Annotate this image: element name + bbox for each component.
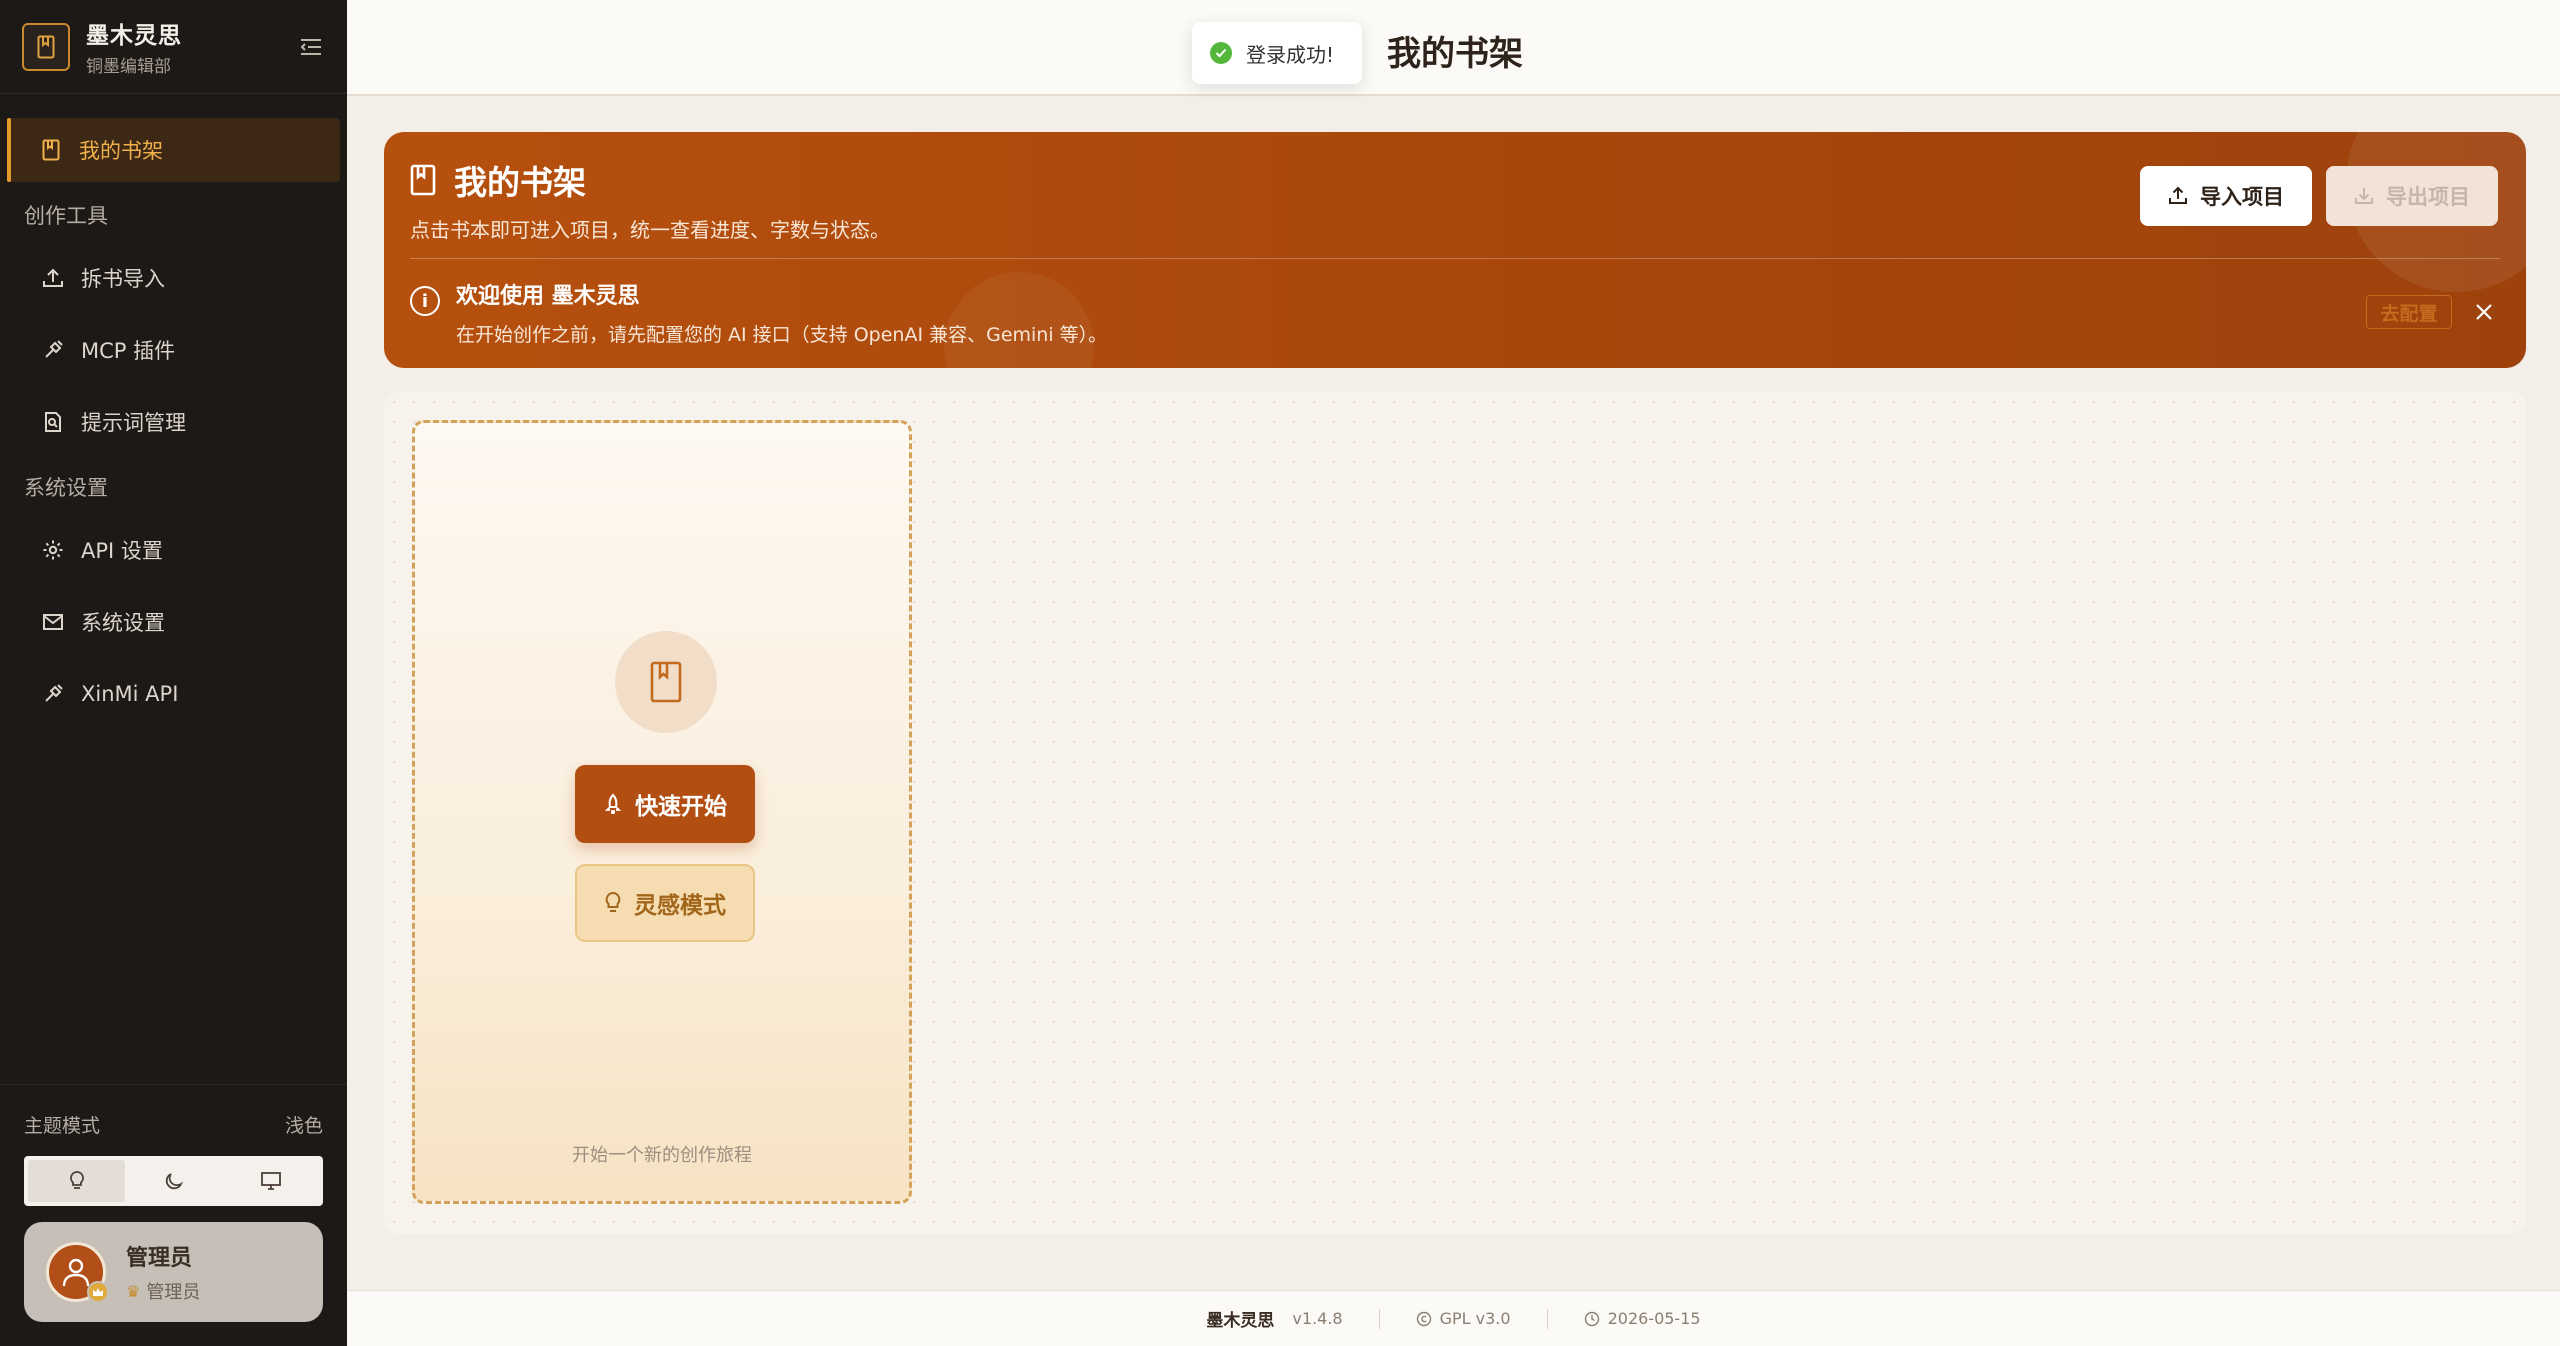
topbar: 登录成功! 我的书架 — [347, 0, 2560, 96]
hero-title: 我的书架 — [454, 163, 586, 202]
import-project-button[interactable]: 导入项目 — [2140, 166, 2312, 226]
user-name: 管理员 — [126, 1246, 193, 1271]
gear-icon — [41, 538, 65, 562]
info-icon: i — [410, 286, 440, 316]
quick-start-button[interactable]: 快速开始 — [575, 765, 755, 843]
new-project-hint: 开始一个新的创作旅程 — [572, 1145, 752, 1166]
welcome-notice: i 欢迎使用 墨木灵思 在开始创作之前，请先配置您的 AI 接口（支持 Open… — [410, 278, 1107, 347]
footer-app-name: 墨木灵思 — [1206, 1311, 1275, 1331]
sidebar-item-mcp-plugin[interactable]: MCP 插件 — [7, 318, 340, 382]
lightbulb-icon — [605, 891, 621, 912]
footer-license: GPL v3.0 — [1439, 1309, 1511, 1328]
theme-mode-current: 浅色 — [284, 1115, 323, 1137]
sidebar: 墨木灵思 铜墨编辑部 我的书架 创作工具 拆书导入 MCP 插件 提示词管理 系… — [0, 0, 347, 1346]
notice-text: 在开始创作之前，请先配置您的 AI 接口（支持 OpenAI 兼容、Gemini… — [456, 324, 1108, 346]
inspiration-mode-button[interactable]: 灵感模式 — [575, 864, 755, 942]
divider — [410, 258, 2500, 259]
close-icon[interactable] — [2472, 300, 2496, 324]
theme-dark-button[interactable] — [125, 1160, 222, 1202]
sidebar-item-bookshelf[interactable]: 我的书架 — [7, 118, 340, 182]
mail-icon — [41, 610, 65, 634]
avatar — [46, 1242, 109, 1303]
nav-group-label: 创作工具 — [24, 204, 108, 228]
theme-system-button[interactable] — [222, 1160, 319, 1202]
monitor-icon — [260, 1172, 281, 1190]
app-name: 墨木灵思 — [86, 23, 182, 49]
bookshelf-area: 快速开始 灵感模式 开始一个新的创作旅程 — [384, 392, 2526, 1234]
configure-button[interactable]: 去配置 — [2366, 295, 2452, 329]
user-card[interactable]: 管理员 ♛ 管理员 — [24, 1222, 323, 1322]
main-area: 登录成功! 我的书架 我的书架 点击书本即可进入项目，统一查看进度、字数与状态。… — [347, 0, 2560, 1346]
book-icon — [615, 631, 717, 733]
plug-icon — [41, 338, 65, 362]
notice-title: 欢迎使用 墨木灵思 — [456, 284, 640, 309]
hero-subtitle: 点击书本即可进入项目，统一查看进度、字数与状态。 — [410, 218, 890, 242]
rocket-icon — [604, 793, 622, 814]
clock-icon — [1584, 1311, 1599, 1326]
user-icon — [62, 1258, 90, 1287]
sidebar-item-system-settings[interactable]: 系统设置 — [7, 590, 340, 654]
sidebar-item-book-import[interactable]: 拆书导入 — [7, 246, 340, 310]
file-search-icon — [41, 410, 65, 434]
check-circle-icon — [1210, 42, 1232, 64]
quick-start-label: 快速开始 — [635, 794, 727, 820]
import-project-label: 导入项目 — [2200, 185, 2284, 209]
lightbulb-icon — [69, 1171, 84, 1189]
sidebar-item-prompt-management[interactable]: 提示词管理 — [7, 390, 340, 454]
crown-icon: ♛ — [126, 1281, 141, 1301]
hero-banner: 我的书架 点击书本即可进入项目，统一查看进度、字数与状态。 导入项目 导出项目 … — [384, 132, 2526, 368]
app-subtitle: 铜墨编辑部 — [86, 57, 171, 77]
sidebar-item-label: 我的书架 — [79, 139, 163, 163]
footer: 墨木灵思 v1.4.8 GPL v3.0 2026-05-15 — [347, 1290, 2560, 1346]
export-project-button[interactable]: 导出项目 — [2326, 166, 2498, 226]
logo-book-icon — [22, 22, 70, 71]
theme-switch — [24, 1156, 323, 1206]
footer-version: v1.4.8 — [1292, 1309, 1343, 1328]
book-icon — [410, 163, 440, 197]
brand: 墨木灵思 铜墨编辑部 — [0, 0, 347, 94]
sidebar-nav: 我的书架 创作工具 拆书导入 MCP 插件 提示词管理 系统设置 API 设置 … — [0, 94, 347, 726]
plug-icon — [41, 682, 65, 706]
export-project-label: 导出项目 — [2386, 185, 2470, 209]
user-role: 管理员 — [146, 1282, 201, 1303]
sidebar-item-label: 系统设置 — [81, 611, 165, 635]
sidebar-item-label: API 设置 — [81, 539, 163, 563]
nav-group-label: 系统设置 — [24, 476, 108, 500]
sidebar-item-label: MCP 插件 — [81, 339, 176, 363]
sidebar-item-label: XinMi API — [81, 682, 179, 706]
book-icon — [39, 138, 63, 162]
page-title: 我的书架 — [1387, 34, 1523, 74]
upload-icon — [2169, 186, 2187, 204]
theme-light-button[interactable] — [28, 1160, 125, 1202]
login-success-toast: 登录成功! — [1192, 22, 1363, 84]
sidebar-item-api-settings[interactable]: API 设置 — [7, 518, 340, 582]
toast-message: 登录成功! — [1246, 42, 1335, 67]
upload-icon — [41, 266, 65, 290]
footer-date: 2026-05-15 — [1607, 1309, 1701, 1328]
collapse-menu-icon[interactable] — [297, 33, 325, 61]
copyright-icon — [1416, 1311, 1431, 1326]
admin-badge-icon — [87, 1281, 109, 1303]
sidebar-item-label: 拆书导入 — [81, 267, 165, 291]
theme-mode-label: 主题模式 — [24, 1115, 101, 1137]
moon-icon — [165, 1173, 183, 1190]
download-icon — [2355, 188, 2373, 204]
sidebar-item-label: 提示词管理 — [81, 411, 186, 435]
sidebar-bottom: 主题模式 浅色 管理员 ♛ 管理员 — [0, 1084, 347, 1346]
inspiration-mode-label: 灵感模式 — [634, 893, 726, 919]
sidebar-item-xinmi-api[interactable]: XinMi API — [7, 662, 340, 726]
new-project-card[interactable]: 快速开始 灵感模式 开始一个新的创作旅程 — [412, 420, 912, 1204]
